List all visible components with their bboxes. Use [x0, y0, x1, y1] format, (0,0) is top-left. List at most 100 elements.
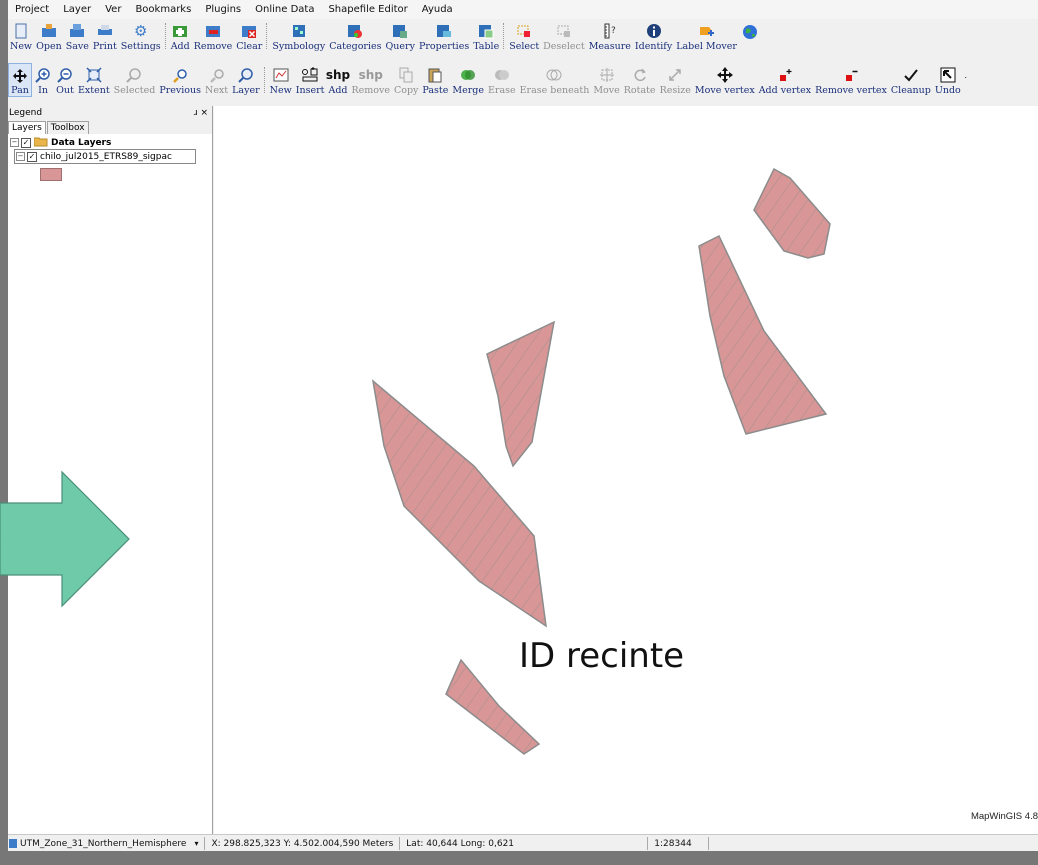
add-shape-button[interactable]: shp Add — [325, 63, 351, 97]
identify-button[interactable]: Identify — [633, 19, 674, 53]
erase-beneath-icon — [545, 66, 563, 84]
menu-bar: Project Layer Ver Bookmarks Plugins Onli… — [8, 0, 1038, 19]
overflow-dots-icon: . — [964, 70, 968, 80]
parcel-layer[interactable] — [214, 106, 1038, 834]
menu-plugins[interactable]: Plugins — [198, 4, 248, 15]
menu-shapefile-editor[interactable]: Shapefile Editor — [321, 4, 414, 15]
deselect-button[interactable]: Deselect — [541, 19, 587, 53]
tab-layers[interactable]: Layers — [8, 121, 46, 134]
legend-pin-close-icons[interactable]: ɹ × — [194, 108, 208, 118]
layer-visibility-checkbox[interactable]: ✓ — [27, 151, 37, 162]
select-label: Select — [509, 41, 540, 52]
edit-toolbar: Pan In Out Extent Selected Previous Next — [8, 63, 1038, 97]
layer-symbol-swatch[interactable] — [40, 168, 62, 181]
save-icon — [68, 22, 86, 40]
new-project-label: New — [10, 41, 33, 52]
app-window: Project Layer Ver Bookmarks Plugins Onli… — [8, 0, 1038, 851]
table-button[interactable]: Table — [471, 19, 501, 53]
menu-bookmarks[interactable]: Bookmarks — [128, 4, 198, 15]
clear-layers-button[interactable]: Clear — [234, 19, 264, 53]
save-project-button[interactable]: Save — [64, 19, 91, 53]
zoom-out-button[interactable]: Out — [54, 63, 76, 97]
group-row-data-layers[interactable]: − ✓ Data Layers — [10, 136, 212, 149]
undo-button[interactable]: Undo — [933, 63, 963, 97]
resize-button[interactable]: Resize — [658, 63, 693, 97]
remove-vertex-button[interactable]: Remove vertex — [813, 63, 889, 97]
move-vertex-label: Move vertex — [694, 85, 755, 96]
menu-layer[interactable]: Layer — [56, 4, 98, 15]
legend-tabs: Layers Toolbox — [8, 119, 212, 134]
symbology-button[interactable]: Symbology — [270, 19, 327, 53]
new-shape-button[interactable]: New — [268, 63, 294, 97]
parcel-hatch — [699, 236, 826, 434]
menu-ver[interactable]: Ver — [98, 4, 128, 15]
zoom-next-button[interactable]: Next — [203, 63, 230, 97]
symbology-label: Symbology — [272, 41, 326, 52]
remove-shape-button[interactable]: shp Remove — [349, 63, 392, 97]
table-label: Table — [473, 41, 500, 52]
zoom-in-icon — [34, 66, 52, 84]
print-button[interactable]: Print — [91, 19, 119, 53]
pan-button[interactable]: Pan — [8, 63, 32, 97]
open-folder-icon — [40, 22, 58, 40]
layer-name: chilo_jul2015_ETRS89_sigpac — [40, 151, 172, 162]
toolbar-separator — [503, 23, 505, 49]
pan-icon — [11, 67, 29, 84]
add-shapefile-icon: shp — [325, 68, 351, 82]
label-mover-button[interactable]: Label Mover — [674, 19, 739, 53]
zoom-extent-button[interactable]: Extent — [76, 63, 112, 97]
zoom-in-button[interactable]: In — [32, 63, 54, 97]
select-icon — [515, 22, 533, 40]
properties-label: Properties — [418, 41, 470, 52]
remove-layer-button[interactable]: Remove — [192, 19, 235, 53]
tab-toolbox[interactable]: Toolbox — [46, 121, 89, 134]
group-visibility-checkbox[interactable]: ✓ — [21, 137, 31, 148]
open-project-button[interactable]: Open — [34, 19, 64, 53]
add-vertex-label: Add vertex — [758, 85, 812, 96]
zoom-selected-button[interactable]: Selected — [112, 63, 158, 97]
menu-online-data[interactable]: Online Data — [248, 4, 321, 15]
projection-icon — [9, 839, 17, 848]
erase-beneath-button[interactable]: Erase beneath — [518, 63, 592, 97]
select-button[interactable]: Select — [507, 19, 541, 53]
collapse-toggle-icon[interactable]: − — [10, 138, 19, 147]
new-project-button[interactable]: New — [8, 19, 34, 53]
zoom-next-label: Next — [205, 85, 229, 96]
chevron-down-icon: ▾ — [194, 839, 199, 848]
add-vertex-button[interactable]: Add vertex — [757, 63, 813, 97]
properties-button[interactable]: Properties — [417, 19, 471, 53]
remove-layer-label: Remove — [193, 41, 233, 52]
measure-button[interactable]: ? Measure — [587, 19, 633, 53]
move-shape-button[interactable]: Move — [591, 63, 621, 97]
map-watermark: MapWinGIS 4.8 — [970, 811, 1038, 822]
zoom-previous-button[interactable]: Previous — [157, 63, 203, 97]
zoom-layer-button[interactable]: Layer — [230, 63, 262, 97]
copy-button[interactable]: Copy — [392, 63, 420, 97]
map-view[interactable]: ID recinte MapWinGIS 4.8 — [214, 106, 1038, 834]
cleanup-button[interactable]: Cleanup — [889, 63, 933, 97]
open-project-label: Open — [36, 41, 62, 52]
settings-button[interactable]: Settings — [119, 19, 163, 53]
add-layer-button[interactable]: Add — [169, 19, 192, 53]
projection-selector[interactable]: UTM_Zone_31_Northern_Hemisphere ▾ — [8, 837, 206, 850]
menu-project[interactable]: Project — [8, 4, 56, 15]
rotate-button[interactable]: Rotate — [622, 63, 658, 97]
query-button[interactable]: Query — [384, 19, 417, 53]
paste-button[interactable]: Paste — [420, 63, 450, 97]
layer-row[interactable]: − ✓ chilo_jul2015_ETRS89_sigpac — [14, 149, 196, 164]
toolbar-overflow-button[interactable]: . — [963, 63, 969, 97]
query-icon — [391, 22, 409, 40]
printer-icon — [96, 22, 114, 40]
collapse-toggle-icon[interactable]: − — [16, 152, 25, 161]
move-vertex-button[interactable]: Move vertex — [693, 63, 757, 97]
insert-button[interactable]: Insert — [294, 63, 327, 97]
online-data-button[interactable] — [739, 19, 761, 53]
zoom-extent-icon — [85, 66, 103, 84]
menu-ayuda[interactable]: Ayuda — [415, 4, 460, 15]
move-vertex-icon — [716, 66, 734, 84]
save-project-label: Save — [65, 41, 89, 52]
erase-button[interactable]: Erase — [486, 63, 518, 97]
cleanup-label: Cleanup — [890, 85, 931, 96]
merge-button[interactable]: Merge — [450, 63, 486, 97]
categories-button[interactable]: Categories — [327, 19, 383, 53]
